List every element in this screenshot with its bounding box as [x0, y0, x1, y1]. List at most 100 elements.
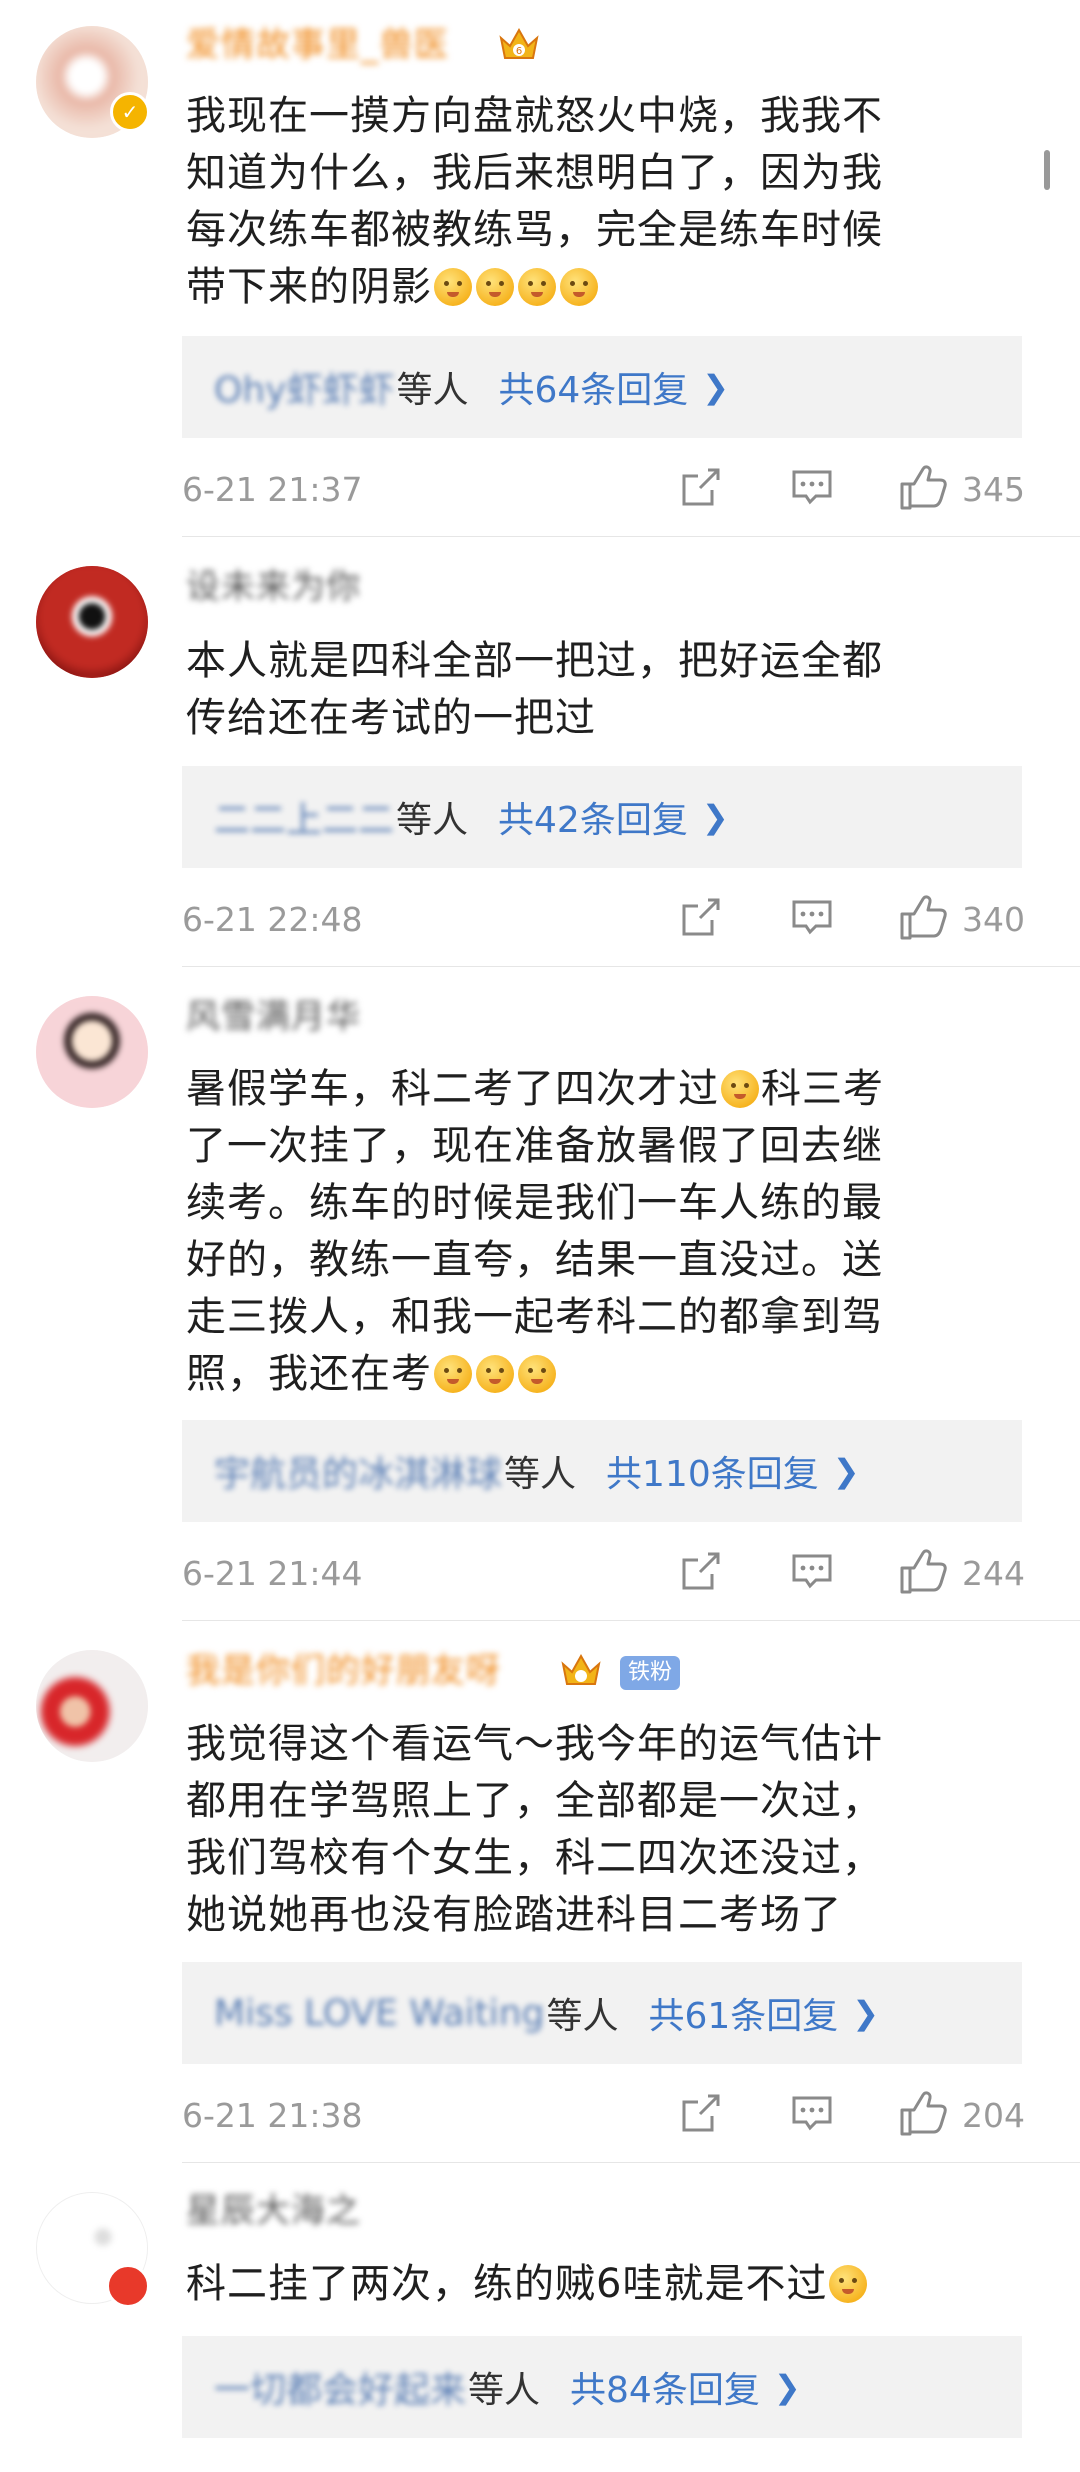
comment-line: 科二挂了两次，练的贼6哇就是不过	[186, 2256, 1006, 2313]
avatar[interactable]	[36, 1650, 148, 1762]
badge-icon	[106, 2264, 150, 2308]
emoji-icon	[518, 268, 556, 306]
divider	[182, 2162, 1080, 2163]
comment-line-text: 带下来的阴影	[186, 264, 432, 310]
emoji-icon	[434, 268, 472, 306]
chevron-right-icon: ❯	[852, 1994, 880, 2032]
like-count: 204	[962, 2096, 1025, 2135]
avatar[interactable]	[36, 566, 148, 678]
like-count: 244	[962, 1554, 1025, 1593]
comment-line: 都用在学驾照上了，全部都是一次过，	[186, 1778, 883, 1824]
like-icon[interactable]	[898, 2090, 948, 2138]
crown-icon: 6	[499, 27, 539, 59]
comment-meta: 6-21 22:48 340	[182, 894, 1025, 944]
emoji-icon	[518, 1355, 556, 1393]
share-icon[interactable]	[678, 466, 722, 510]
reply-preview[interactable]: 宇航员的冰淇淋球 等人 共110条回复 ❯	[182, 1420, 1022, 1522]
reply-count-link[interactable]: 共42条回复	[498, 791, 688, 843]
reply-etc-label: 等人	[396, 370, 469, 411]
emoji-icon	[434, 1355, 472, 1393]
comment-text: 科二挂了两次，练的贼6哇就是不过	[186, 2256, 1006, 2313]
reply-preview[interactable]: Ohy虾虾虾 等人 共64条回复 ❯	[182, 336, 1022, 438]
reply-user-names: 二二上二二	[214, 800, 395, 841]
like-icon[interactable]	[898, 1548, 948, 1596]
like-count: 345	[962, 470, 1025, 509]
comment-line: 每次练车都被教练骂，完全是练车时候	[186, 207, 883, 253]
divider	[182, 1620, 1080, 1621]
username[interactable]: 设未来为你	[186, 566, 361, 608]
reply-count-link[interactable]: 共64条回复	[498, 361, 688, 413]
reply-user-names: Ohy虾虾虾	[214, 370, 395, 411]
reply-count-link[interactable]: 共110条回复	[606, 1445, 819, 1497]
comment-meta: 6-21 21:44 244	[182, 1548, 1025, 1598]
share-icon[interactable]	[678, 2092, 722, 2136]
comment-meta: 6-21 21:38 204	[182, 2090, 1025, 2140]
reply-etc-label: 等人	[504, 1454, 577, 1495]
svg-text:6: 6	[516, 46, 522, 57]
emoji-icon	[560, 268, 598, 306]
comment-icon[interactable]	[790, 468, 834, 508]
divider	[182, 536, 1080, 537]
comment-line: 带下来的阴影	[186, 259, 1006, 316]
share-icon[interactable]	[678, 1550, 722, 1594]
like-icon[interactable]	[898, 464, 948, 512]
comment-line-text: 科三考	[761, 1066, 884, 1112]
reply-user-names: 一切都会好起来	[214, 2370, 467, 2411]
username[interactable]: 我是你们的好朋友呀	[186, 1650, 501, 1692]
comment-text: 我觉得这个看运气～我今年的运气估计 都用在学驾照上了，全部都是一次过， 我们驾校…	[186, 1716, 1006, 1944]
fan-badge: 铁粉	[620, 1656, 681, 1690]
username[interactable]: 星辰大海之	[186, 2190, 361, 2232]
verified-badge-icon: ✓	[110, 92, 150, 132]
crown-icon	[561, 1653, 601, 1685]
comment-line: 我现在一摸方向盘就怒火中烧，我我不	[186, 93, 883, 139]
comment-line-text: 暑假学车，科二考了四次才过	[186, 1066, 719, 1112]
chevron-right-icon: ❯	[701, 798, 729, 836]
comment-meta: 6-21 21:37 345	[182, 464, 1025, 514]
reply-etc-label: 等人	[468, 2370, 541, 2411]
comment-line: 她说她再也没有脸踏进科目二考场了	[186, 1892, 842, 1938]
comment-line: 好的，教练一直夸，结果一直没过。送	[186, 1237, 883, 1283]
divider	[182, 966, 1080, 967]
username[interactable]: 爱情故事里_兽医	[186, 24, 449, 66]
comment-text: 我现在一摸方向盘就怒火中烧，我我不 知道为什么，我后来想明白了，因为我 每次练车…	[186, 88, 1006, 316]
reply-count-link[interactable]: 共61条回复	[648, 1987, 838, 2039]
comment-line: 本人就是四科全部一把过，把好运全都	[186, 638, 883, 684]
reply-etc-label: 等人	[396, 800, 469, 841]
comment-line-text: 科二挂了两次，练的贼6哇就是不过	[186, 2261, 828, 2307]
comment-icon[interactable]	[790, 1552, 834, 1592]
like-icon[interactable]	[898, 894, 948, 942]
scrollbar[interactable]	[1044, 150, 1050, 190]
reply-etc-label: 等人	[546, 1996, 619, 2037]
like-count: 340	[962, 900, 1025, 939]
comment-icon[interactable]	[790, 898, 834, 938]
emoji-icon	[829, 2265, 868, 2303]
chevron-right-icon: ❯	[832, 1452, 860, 1490]
emoji-icon	[476, 268, 514, 306]
timestamp: 6-21 22:48	[182, 900, 363, 939]
reply-user-names: Miss LOVE Waiting	[214, 1992, 545, 2034]
reply-user-names: 宇航员的冰淇淋球	[214, 1454, 503, 1495]
comment-line: 知道为什么，我后来想明白了，因为我	[186, 150, 883, 196]
chevron-right-icon: ❯	[702, 368, 730, 406]
username[interactable]: 风雪满月华	[186, 996, 361, 1038]
comment-line: 我们驾校有个女生，科二四次还没过，	[186, 1835, 883, 1881]
comment-line-text: 照，我还在考	[186, 1351, 432, 1397]
comment-text: 本人就是四科全部一把过，把好运全都 传给还在考试的一把过	[186, 633, 1006, 747]
comment-line: 走三拨人，和我一起考科二的都拿到驾	[186, 1294, 883, 1340]
comment-text: 暑假学车，科二考了四次才过 科三考 了一次挂了，现在准备放暑假了回去继 续考。练车…	[186, 1061, 1006, 1403]
comment-line: 了一次挂了，现在准备放暑假了回去继	[186, 1123, 883, 1169]
emoji-icon	[721, 1070, 759, 1108]
emoji-icon	[476, 1355, 514, 1393]
comment-icon[interactable]	[790, 2094, 834, 2134]
reply-count-link[interactable]: 共84条回复	[570, 2361, 760, 2413]
timestamp: 6-21 21:38	[182, 2096, 363, 2135]
avatar[interactable]	[36, 996, 148, 1108]
timestamp: 6-21 21:44	[182, 1554, 363, 1593]
share-icon[interactable]	[678, 896, 722, 940]
comment-line: 续考。练车的时候是我们一车人练的最	[186, 1180, 883, 1226]
reply-preview[interactable]: 二二上二二 等人 共42条回复 ❯	[182, 766, 1022, 868]
reply-preview[interactable]: Miss LOVE Waiting 等人 共61条回复 ❯	[182, 1962, 1022, 2064]
timestamp: 6-21 21:37	[182, 470, 363, 509]
reply-preview[interactable]: 一切都会好起来 等人 共84条回复 ❯	[182, 2336, 1022, 2438]
chevron-right-icon: ❯	[773, 2368, 801, 2406]
